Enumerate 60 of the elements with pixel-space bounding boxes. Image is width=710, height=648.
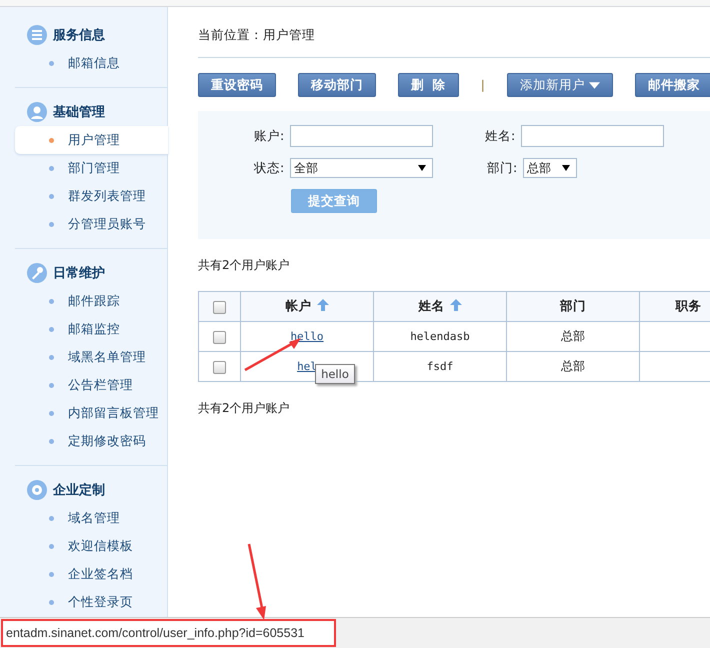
field-label: 账户:: [254, 128, 286, 144]
toolbar-button[interactable]: 邮件搬家: [634, 73, 710, 97]
nav-item[interactable]: 群发列表管理: [15, 182, 167, 210]
column-header[interactable]: 帐户: [240, 292, 374, 322]
table-cell: 总部: [506, 322, 640, 352]
nav-item[interactable]: 欢迎信模板: [15, 532, 167, 560]
section-title: 日常维护: [53, 264, 105, 282]
department-select[interactable]: 总部: [523, 158, 577, 178]
field-label: 部门:: [487, 160, 518, 176]
section-icon: [27, 263, 47, 283]
nav-item[interactable]: 用户管理: [15, 126, 168, 154]
column-header[interactable]: 部门: [506, 292, 640, 322]
table-cell: 总部: [506, 352, 640, 382]
row-checkbox[interactable]: [213, 330, 226, 344]
add-user-button[interactable]: 添加新用户: [506, 73, 613, 97]
nav-item[interactable]: 域黑名单管理: [15, 343, 167, 371]
table-cell: fsdf: [374, 352, 506, 382]
section-title: 基础管理: [53, 104, 105, 121]
nav-item[interactable]: 个性登录页: [15, 588, 167, 616]
nav-item[interactable]: 定期修改密码: [15, 427, 167, 455]
field-label: 状态:: [254, 160, 286, 176]
caret-icon: [562, 165, 570, 171]
column-header[interactable]: 职务: [640, 292, 710, 322]
nav-item[interactable]: 邮箱信息: [15, 49, 167, 77]
row-checkbox[interactable]: [213, 360, 226, 374]
toolbar-button[interactable]: 删 除: [398, 73, 459, 97]
nav-item[interactable]: 分管理员账号: [15, 210, 167, 238]
sort-up-icon: [450, 299, 462, 311]
table-cell: helendasb: [374, 322, 506, 352]
caret-icon: [418, 165, 426, 171]
nav-item[interactable]: 域名管理: [15, 504, 167, 532]
nav-item[interactable]: 邮箱监控: [15, 315, 167, 343]
toolbar-separator: |: [480, 78, 485, 92]
column-header[interactable]: 姓名: [374, 292, 506, 322]
section-icon: [27, 25, 47, 45]
field-label: 姓名:: [485, 128, 516, 144]
caret-icon: [588, 82, 600, 88]
account-link[interactable]: hel: [297, 360, 317, 373]
toolbar-button[interactable]: 移动部门: [298, 73, 376, 97]
nav-item[interactable]: 部门管理: [15, 154, 167, 182]
account-count: 共有2个用户账户: [198, 257, 291, 274]
status-url: entadm.sinanet.com/control/user_info.php?id=605531: [1, 619, 336, 647]
nav-item[interactable]: 企业签名档: [15, 560, 167, 588]
tooltip: hello: [315, 364, 355, 384]
section-icon: [27, 102, 47, 122]
nav-item[interactable]: 内部留言板管理: [15, 399, 167, 427]
section-title: 服务信息: [53, 27, 105, 44]
toolbar-button[interactable]: 重设密码: [198, 73, 276, 97]
nav-item[interactable]: 邮件跟踪: [15, 287, 167, 315]
account-count: 共有2个用户账户: [198, 400, 291, 417]
sort-up-icon: [316, 299, 328, 311]
breadcrumb: 当前位置：用户管理: [198, 27, 316, 44]
account-field[interactable]: [290, 125, 433, 147]
name-field[interactable]: [521, 125, 664, 147]
section-title: 企业定制: [53, 482, 105, 499]
select-all-checkbox[interactable]: [213, 301, 226, 314]
section-icon: [27, 480, 47, 500]
nav-item[interactable]: 公告栏管理: [15, 371, 167, 399]
status-select[interactable]: 全部: [290, 158, 433, 178]
account-link[interactable]: hello: [290, 330, 324, 343]
